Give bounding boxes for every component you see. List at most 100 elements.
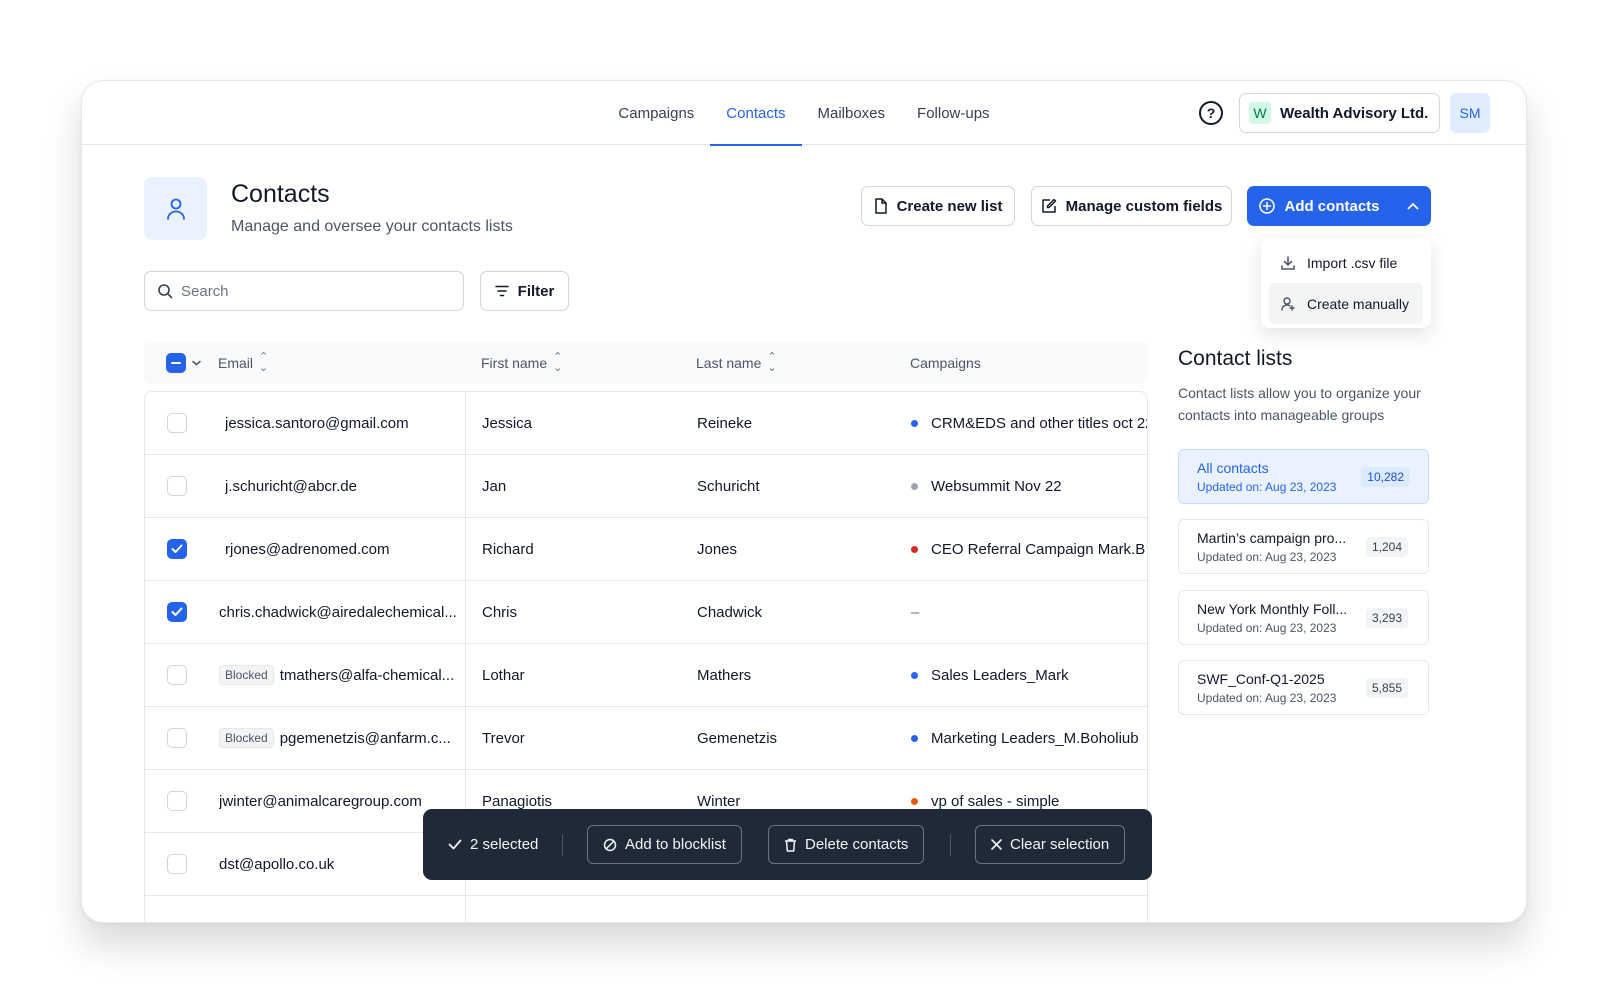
column-label: Campaigns (910, 355, 981, 371)
table-row[interactable]: chris.chadwick@airedalechemical... Chris C… (145, 581, 1147, 644)
bulk-action-bar: 2 selected Add to blocklist Delete conta… (423, 809, 1152, 880)
app-window: Campaigns Contacts Mailboxes Follow-ups … (81, 80, 1527, 923)
campaign-text: Websummit Nov 22 (931, 477, 1062, 495)
filter-button[interactable]: Filter (480, 271, 569, 311)
sort-icon[interactable]: ⌃ ⌄ (767, 352, 776, 374)
list-name: New York Monthly Foll... (1197, 601, 1348, 617)
row-checkbox[interactable] (167, 602, 187, 622)
column-header-first-name[interactable]: First name ⌃ ⌄ (481, 342, 562, 384)
manage-custom-fields-label: Manage custom fields (1065, 197, 1223, 215)
campaign-text: Sales Leaders_Mark (931, 666, 1069, 684)
status-dot (911, 797, 918, 805)
campaign-text: CEO Referral Campaign Mark.B (931, 540, 1146, 558)
table-row[interactable]: rjones@adrenomed.com Richard Jones CEO Refe… (145, 518, 1147, 581)
last-name-cell: Gemenetzis (697, 729, 778, 747)
row-checkbox[interactable] (167, 665, 187, 685)
row-checkbox[interactable] (167, 728, 187, 748)
status-dot (911, 482, 918, 490)
tab-contacts[interactable]: Contacts (710, 81, 802, 146)
table-row[interactable]: jessica.santoro@gmail.com Jessica Reineke C… (145, 392, 1147, 455)
sort-icon[interactable]: ⌃ ⌄ (259, 352, 268, 374)
campaign-cell: Sales Leaders_Mark (911, 644, 1147, 706)
list-count-badge: 10,282 (1361, 467, 1410, 487)
add-to-blocklist-label: Add to blocklist (625, 836, 726, 853)
status-dot (911, 671, 918, 679)
contact-list-card[interactable]: All contacts Updated on: Aug 23, 2023 10,2… (1178, 449, 1429, 504)
list-updated: Updated on: Aug 23, 2023 (1197, 691, 1337, 705)
divider (562, 834, 563, 856)
organization-switcher[interactable]: W Wealth Advisory Ltd. (1239, 93, 1440, 133)
row-checkbox[interactable] (167, 476, 187, 496)
column-header-email[interactable]: Email ⌃ ⌄ (218, 342, 268, 384)
chevron-down-icon[interactable] (192, 360, 201, 366)
column-header-campaigns: Campaigns (910, 342, 981, 384)
menu-item-label: Import .csv file (1307, 254, 1398, 271)
user-icon (144, 177, 207, 240)
email-cell: j.schuricht@abcr.de (225, 455, 465, 517)
list-name: Martin’s campaign pro... (1197, 530, 1347, 546)
select-all-control[interactable] (166, 342, 201, 384)
add-to-blocklist-button[interactable]: Add to blocklist (587, 825, 742, 864)
first-name-cell: Jan (482, 477, 507, 495)
email-text: rjones@adrenomed.com (225, 540, 390, 558)
help-icon[interactable]: ? (1199, 101, 1223, 125)
contact-list-card[interactable]: SWF_Conf-Q1-2025 Updated on: Aug 23, 2023… (1178, 660, 1429, 715)
filter-label: Filter (517, 282, 555, 300)
selection-count-label: 2 selected (470, 836, 539, 853)
first-name-cell: Lothar (482, 666, 525, 684)
tab-campaigns[interactable]: Campaigns (602, 81, 710, 145)
email-cell: rjones@adrenomed.com (225, 518, 465, 580)
select-all-checkbox[interactable] (166, 353, 186, 373)
sort-icon[interactable]: ⌃ ⌄ (553, 352, 562, 374)
clear-selection-button[interactable]: Clear selection (975, 825, 1126, 864)
first-name-cell: Chris (482, 603, 518, 621)
filter-icon (494, 285, 509, 297)
contact-lists-description: Contact lists allow you to organize your… (1178, 385, 1421, 423)
tab-follow-ups[interactable]: Follow-ups (901, 81, 1006, 145)
campaign-text: Marketing Leaders_M.Boholiub (931, 729, 1139, 747)
row-checkbox[interactable] (167, 791, 187, 811)
list-count-badge: 3,293 (1365, 608, 1408, 628)
last-name-cell: Schuricht (697, 477, 760, 495)
column-label: Last name (696, 355, 762, 371)
first-name-cell: Richard (482, 540, 534, 558)
email-text: jwinter@animalcaregroup.com (219, 792, 422, 810)
search-box[interactable] (144, 271, 464, 311)
column-header-last-name[interactable]: Last name ⌃ ⌄ (696, 342, 777, 384)
column-label: Email (218, 355, 254, 371)
search-icon (158, 284, 173, 299)
org-badge: W (1249, 102, 1271, 124)
status-dot (911, 545, 918, 553)
avatar[interactable]: SM (1450, 93, 1490, 133)
list-updated: Updated on: Aug 23, 2023 (1197, 480, 1337, 494)
search-input[interactable] (181, 282, 441, 300)
add-contacts-label: Add contacts (1284, 197, 1380, 215)
contact-list-card[interactable]: New York Monthly Foll... Updated on: Aug … (1178, 590, 1429, 645)
table-row[interactable]: j.schuricht@abcr.de Jan Schuricht Websummit… (145, 455, 1147, 518)
row-checkbox[interactable] (167, 413, 187, 433)
add-contacts-button[interactable]: Add contacts (1247, 186, 1431, 226)
blocked-badge: Blocked (219, 728, 274, 748)
tab-mailboxes[interactable]: Mailboxes (802, 81, 902, 145)
manage-custom-fields-button[interactable]: Manage custom fields (1031, 186, 1232, 226)
status-dot (911, 419, 918, 427)
chevron-up-icon (1407, 203, 1418, 210)
email-cell: Blocked tmathers@alfa-chemical... (219, 644, 459, 706)
table-row[interactable]: Blocked tmathers@alfa-chemical... Lothar Ma… (145, 644, 1147, 707)
page-title: Contacts (231, 180, 330, 208)
email-cell: jessica.santoro@gmail.com (225, 392, 465, 454)
ban-icon (603, 838, 617, 851)
list-updated: Updated on: Aug 23, 2023 (1197, 550, 1337, 564)
create-new-list-button[interactable]: Create new list (861, 186, 1015, 226)
row-checkbox[interactable] (167, 539, 187, 559)
campaign-cell: CRM&EDS and other titles oct 22 (911, 392, 1147, 454)
campaign-cell: CEO Referral Campaign Mark.B (911, 518, 1147, 580)
top-navigation: Campaigns Contacts Mailboxes Follow-ups … (82, 81, 1526, 146)
table-row[interactable]: Blocked pgemenetzis@anfarm.c... Trevor Geme… (145, 707, 1147, 770)
menu-item-create-manually[interactable]: Create manually (1269, 283, 1423, 324)
menu-item-import-csv[interactable]: Import .csv file (1269, 242, 1423, 283)
contact-list-card[interactable]: Martin’s campaign pro... Updated on: Aug … (1178, 519, 1429, 574)
page-subtitle: Manage and oversee your contacts lists (231, 218, 513, 235)
row-checkbox[interactable] (167, 854, 187, 874)
delete-contacts-button[interactable]: Delete contacts (768, 825, 925, 864)
